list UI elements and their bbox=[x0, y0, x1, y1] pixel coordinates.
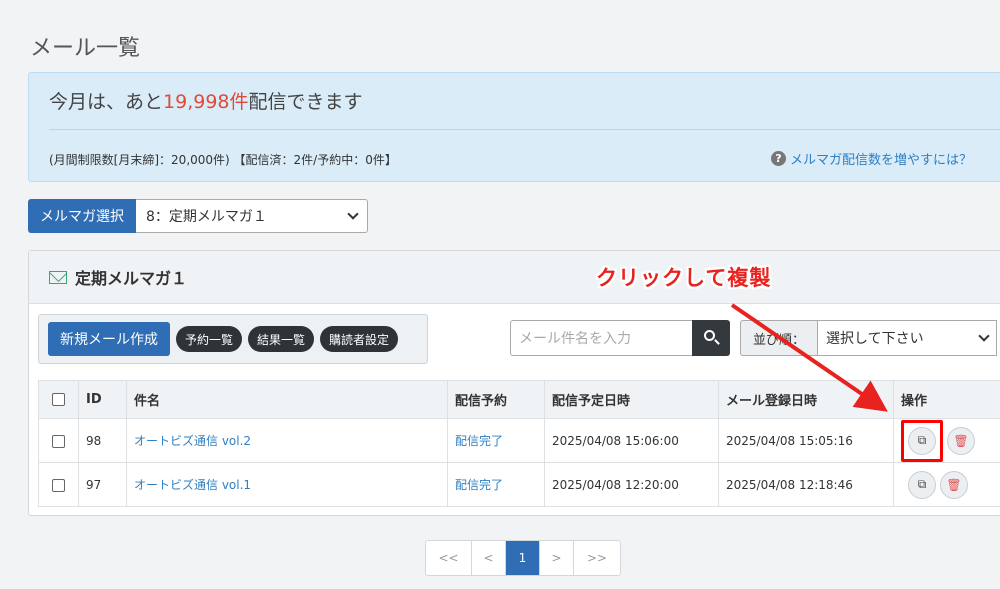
row-id: 98 bbox=[78, 418, 127, 463]
sort-dropdown[interactable]: 選択して下さい bbox=[817, 320, 998, 356]
table-row: 97 オートビズ通信 vol.1 配信完了 2025/04/08 12:20:0… bbox=[38, 462, 1000, 507]
delivery-info-box: 今月は、あと19,998件配信できます (月間制限数[月末締]：20,000件)… bbox=[28, 72, 1000, 182]
delete-button[interactable]: 🗑 bbox=[947, 426, 975, 455]
subject-link[interactable]: オートビズ通信 vol.1 bbox=[134, 478, 251, 492]
last-page-button[interactable]: >> bbox=[574, 541, 620, 575]
col-actions: 操作 bbox=[893, 380, 1000, 419]
search-button[interactable] bbox=[692, 320, 730, 356]
table-header-row: ID 件名 配信予約 配信予定日時 メール登録日時 操作 bbox=[38, 380, 1000, 419]
col-subject: 件名 bbox=[126, 380, 448, 419]
mail-table: ID 件名 配信予約 配信予定日時 メール登録日時 操作 98 オートビズ通信 … bbox=[38, 380, 1000, 507]
reservation-status-link[interactable]: 配信完了 bbox=[455, 434, 503, 448]
annotation-label: クリックして複製 bbox=[596, 266, 772, 290]
copy-button[interactable]: ⧉ bbox=[908, 426, 936, 455]
next-page-button[interactable]: > bbox=[540, 541, 574, 575]
reservations-button[interactable]: 予約一覧 bbox=[176, 326, 243, 352]
remaining-count: 19,998件 bbox=[163, 91, 249, 113]
subscriber-settings-button[interactable]: 購読者設定 bbox=[320, 326, 399, 352]
select-all-checkbox[interactable] bbox=[52, 393, 65, 406]
row-id: 97 bbox=[78, 462, 127, 507]
col-registered: メール登録日時 bbox=[718, 380, 894, 419]
row-actions: ⧉ 🗑 bbox=[901, 470, 1000, 499]
monthly-limit-text: (月間制限数[月末締]：20,000件) 【配信済：2件/予約中：0件】 bbox=[49, 153, 397, 167]
new-mail-button[interactable]: 新規メール作成 bbox=[48, 322, 170, 356]
magazine-dropdown[interactable]: 8：定期メルマガ１ bbox=[136, 199, 368, 233]
row-actions: ⧉ 🗑 bbox=[901, 419, 1000, 462]
copy-button[interactable]: ⧉ bbox=[908, 470, 936, 499]
first-page-button[interactable]: << bbox=[426, 541, 472, 575]
search-input[interactable]: メール件名を入力 bbox=[510, 320, 692, 356]
col-id: ID bbox=[78, 380, 127, 419]
row-checkbox[interactable] bbox=[52, 434, 65, 448]
subject-link[interactable]: オートビズ通信 vol.2 bbox=[134, 434, 251, 448]
prev-page-button[interactable]: < bbox=[472, 541, 506, 575]
divider bbox=[49, 129, 1000, 130]
results-button[interactable]: 結果一覧 bbox=[248, 326, 315, 352]
col-reservation: 配信予約 bbox=[447, 380, 545, 419]
select-all-header bbox=[38, 380, 79, 419]
scheduled-datetime: 2025/04/08 15:06:00 bbox=[544, 418, 719, 463]
table-row: 98 オートビズ通信 vol.2 配信完了 2025/04/08 15:06:0… bbox=[38, 418, 1000, 463]
row-checkbox[interactable] bbox=[52, 478, 65, 492]
envelope-icon bbox=[49, 270, 67, 284]
current-page-button[interactable]: 1 bbox=[506, 541, 540, 575]
search-group: メール件名を入力 bbox=[510, 320, 730, 356]
magazine-select-label: メルマガ選択 bbox=[28, 199, 136, 233]
copy-icon: ⧉ bbox=[917, 433, 927, 447]
search-icon bbox=[704, 330, 715, 341]
action-toolbar: 新規メール作成 予約一覧 結果一覧 購読者設定 bbox=[38, 314, 428, 364]
remaining-deliveries: 今月は、あと19,998件配信できます bbox=[49, 91, 363, 113]
magazine-select: メルマガ選択 8：定期メルマガ１ bbox=[28, 199, 368, 233]
sort-group: 並び順： 選択して下さい bbox=[740, 320, 998, 356]
col-scheduled: 配信予定日時 bbox=[544, 380, 719, 419]
delete-button[interactable]: 🗑 bbox=[940, 470, 968, 499]
registered-datetime: 2025/04/08 15:05:16 bbox=[718, 418, 894, 463]
scheduled-datetime: 2025/04/08 12:20:00 bbox=[544, 462, 719, 507]
trash-icon: 🗑 bbox=[946, 477, 962, 492]
chevron-down-icon bbox=[347, 208, 359, 220]
magazine-panel: 定期メルマガ１ 新規メール作成 予約一覧 結果一覧 購読者設定 メール件名を入力… bbox=[28, 250, 1000, 516]
question-circle-icon: ? bbox=[771, 151, 786, 166]
copy-icon: ⧉ bbox=[917, 477, 927, 491]
panel-header: 定期メルマガ１ bbox=[29, 251, 1000, 304]
registered-datetime: 2025/04/08 12:18:46 bbox=[718, 462, 894, 507]
increase-deliveries-link[interactable]: ? メルマガ配信数を増やすには？ bbox=[771, 149, 972, 168]
trash-icon: 🗑 bbox=[953, 433, 969, 448]
sort-label: 並び順： bbox=[740, 320, 818, 356]
chevron-down-icon bbox=[978, 330, 990, 342]
reservation-status-link[interactable]: 配信完了 bbox=[455, 478, 503, 492]
annotation-highlight-box: ⧉ bbox=[901, 419, 943, 462]
pagination: << < 1 > >> bbox=[425, 540, 621, 576]
page-title: メール一覧 bbox=[30, 36, 141, 61]
panel-title: 定期メルマガ１ bbox=[75, 269, 188, 288]
